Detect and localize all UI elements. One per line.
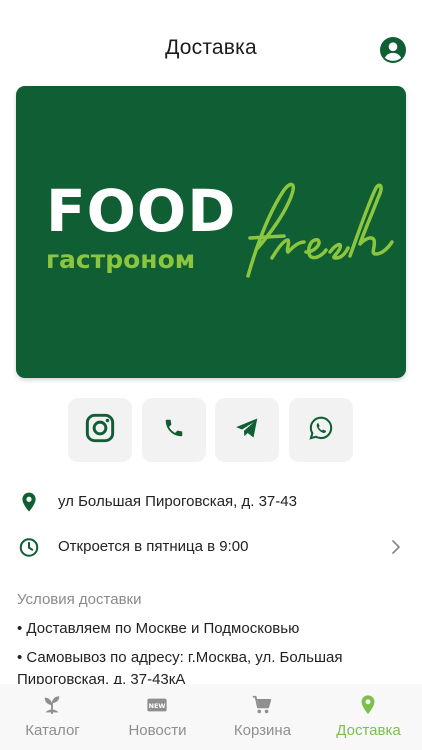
instagram-icon <box>84 412 116 449</box>
chevron-right-icon <box>389 538 403 556</box>
location-pin-icon <box>18 490 40 514</box>
phone-icon <box>163 417 185 444</box>
whatsapp-button[interactable] <box>289 398 353 462</box>
address-row[interactable]: ул Большая Пироговская, д. 37-43 <box>0 481 422 525</box>
account-circle-icon[interactable] <box>380 37 406 63</box>
page-title: Доставка <box>165 36 257 59</box>
tab-catalog[interactable]: Каталог <box>0 684 105 750</box>
store-banner: FOOD гастроном <box>16 86 406 378</box>
hours-row[interactable]: Откроется в пятница в 9:00 <box>0 526 422 570</box>
bottom-tab-bar: Каталог NEW Новости Корзина Доставка <box>0 684 422 750</box>
logo-text-sub: гастроном <box>46 245 196 274</box>
phone-button[interactable] <box>142 398 206 462</box>
address-text: ул Большая Пироговская, д. 37-43 <box>58 493 297 510</box>
svg-text:NEW: NEW <box>149 702 166 710</box>
tab-label: Доставка <box>336 722 401 739</box>
whatsapp-icon <box>308 415 334 446</box>
new-badge-icon: NEW <box>146 694 168 716</box>
logo-text-main: FOOD <box>46 177 237 245</box>
telegram-button[interactable] <box>215 398 279 462</box>
hours-text: Откроется в пятница в 9:00 <box>58 538 249 555</box>
tab-delivery[interactable]: Доставка <box>316 684 421 750</box>
header: Доставка <box>0 0 422 86</box>
delivery-condition-item: • Доставляем по Москве и Подмосковью <box>17 620 300 637</box>
telegram-icon <box>234 415 260 446</box>
tab-label: Новости <box>128 722 187 739</box>
tab-news[interactable]: NEW Новости <box>105 684 210 750</box>
tab-cart[interactable]: Корзина <box>210 684 315 750</box>
social-buttons <box>68 398 358 462</box>
cart-icon <box>251 694 273 716</box>
delivery-conditions-title: Условия доставки <box>17 591 142 608</box>
location-pin-icon <box>357 694 379 716</box>
logo-script <box>226 178 396 288</box>
instagram-button[interactable] <box>68 398 132 462</box>
clock-icon <box>18 535 40 559</box>
tab-label: Корзина <box>233 722 292 739</box>
sprout-icon <box>41 694 63 716</box>
tab-label: Каталог <box>25 722 80 739</box>
